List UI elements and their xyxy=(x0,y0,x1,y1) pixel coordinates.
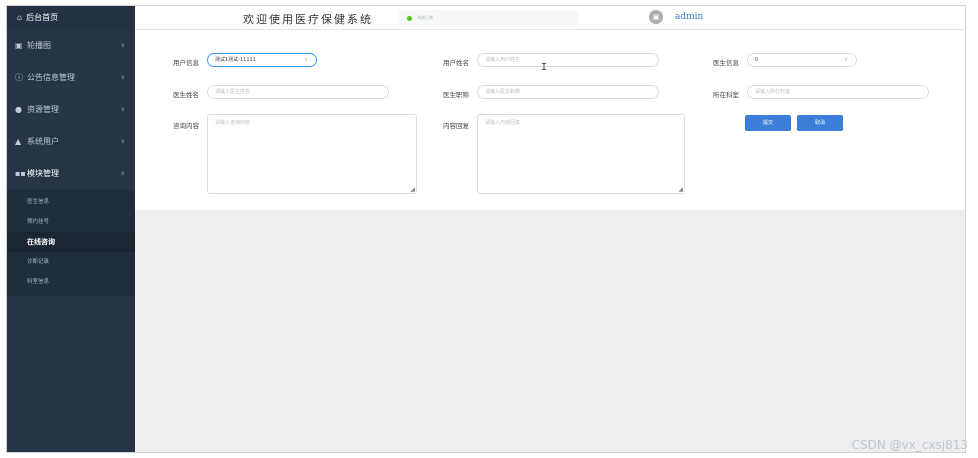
avatar[interactable]: ▣ xyxy=(649,10,663,24)
menu-resources[interactable]: ● 资源管理 ∨ xyxy=(7,94,135,126)
reply-content-placeholder: 请输入内容回复 xyxy=(485,120,521,126)
text-cursor-icon: I xyxy=(541,62,548,73)
dept-label: 所在科室 xyxy=(713,91,739,99)
status-text: 系统正常 xyxy=(417,15,433,20)
doctor-info-label: 医生信息 xyxy=(713,59,739,67)
submenu-doctor-info[interactable]: 医生信息 xyxy=(7,192,135,212)
dept-input[interactable]: 请输入所在科室 xyxy=(747,85,929,99)
menu-label: 模块管理 xyxy=(27,169,59,178)
submenu-appointments[interactable]: 预约挂号 xyxy=(7,212,135,232)
info-icon: ⓘ xyxy=(15,73,23,82)
chevron-down-icon: ∨ xyxy=(120,74,125,81)
resize-handle-icon[interactable]: ◢ xyxy=(678,186,683,193)
menu-carousel[interactable]: ▣ 轮播图 ∨ xyxy=(7,30,135,62)
top-header: 欢迎使用医疗保健系统 系统正常 ▣ admin xyxy=(135,6,965,30)
submenu-departments[interactable]: 科室信息 xyxy=(7,272,135,292)
resize-handle-icon[interactable]: ◢ xyxy=(410,186,415,193)
doctor-name-label: 医生姓名 xyxy=(173,91,199,99)
consult-content-textarea[interactable]: 请输入咨询内容 ◢ xyxy=(207,114,417,194)
watermark: CSDN @vx_cxsj813 xyxy=(851,438,968,452)
user-info-select[interactable]: 测试1测试-11111 ∨ xyxy=(207,53,317,67)
status-dot-icon xyxy=(407,15,412,21)
consult-content-placeholder: 请输入咨询内容 xyxy=(215,120,251,126)
home-icon: ⌂ xyxy=(17,13,23,22)
status-indicator: 系统正常 xyxy=(399,10,579,25)
chevron-down-icon: ∨ xyxy=(844,57,848,63)
menu-label: 轮播图 xyxy=(27,41,51,50)
grid-icon: ▪▪ xyxy=(15,169,26,178)
doctor-info-select[interactable]: 0 ∨ xyxy=(747,53,857,67)
sidebar: ⌂ 后台首页 ▣ 轮播图 ∨ ⓘ 公告信息管理 ∨ ● 资源管理 ∨ ▲ 系统用户 ∨ ▪… xyxy=(7,6,135,452)
chevron-down-icon: ∨ xyxy=(120,42,125,49)
doctor-title-input[interactable]: 请输入医生职称 xyxy=(477,85,659,99)
user-icon: ▲ xyxy=(15,137,22,146)
username-label: 用户姓名 xyxy=(443,59,469,67)
consult-form: 用户信息 测试1测试-11111 ∨ 用户姓名 请输入用户姓名 医生信息 0 ∨… xyxy=(135,30,965,210)
sidebar-home-link[interactable]: ⌂ 后台首页 xyxy=(7,6,135,30)
chevron-down-icon: ∨ xyxy=(120,138,125,145)
chevron-down-icon: ∨ xyxy=(304,57,308,63)
menu-modules[interactable]: ▪▪模块管理 ∧ xyxy=(7,158,135,190)
submit-button[interactable]: 提交 xyxy=(745,115,791,131)
menu-announcements[interactable]: ⓘ 公告信息管理 ∨ xyxy=(7,62,135,94)
user-info-label: 用户信息 xyxy=(173,59,199,67)
chevron-down-icon: ∨ xyxy=(120,106,125,113)
doctor-title-label: 医生职称 xyxy=(443,91,469,99)
cancel-button[interactable]: 取消 xyxy=(797,115,843,131)
app-window: ⌂ 后台首页 ▣ 轮播图 ∨ ⓘ 公告信息管理 ∨ ● 资源管理 ∨ ▲ 系统用户 ∨ ▪… xyxy=(6,5,966,453)
reply-content-label: 内容回复 xyxy=(443,122,469,130)
submenu-online-consult[interactable]: 在线咨询 xyxy=(7,232,135,252)
menu-label: 公告信息管理 xyxy=(27,73,75,82)
user-info-value: 测试1测试-11111 xyxy=(215,57,256,63)
reply-content-textarea[interactable]: 请输入内容回复 ◢ xyxy=(477,114,685,194)
consult-content-label: 咨询内容 xyxy=(173,122,199,130)
menu-system-users[interactable]: ▲ 系统用户 ∨ xyxy=(7,126,135,158)
image-icon: ▣ xyxy=(15,41,23,50)
sidebar-home-label: 后台首页 xyxy=(26,13,59,22)
submenu-diagnosis-records[interactable]: 诊断记录 xyxy=(7,252,135,272)
menu-label: 资源管理 xyxy=(27,105,59,114)
doctor-info-value: 0 xyxy=(755,57,759,63)
module-submenu: 医生信息 预约挂号 在线咨询 诊断记录 科室信息 xyxy=(7,190,135,296)
location-icon: ● xyxy=(15,105,22,114)
chevron-up-icon: ∧ xyxy=(120,170,125,177)
doctor-name-input[interactable]: 请输入医生姓名 xyxy=(207,85,389,99)
menu-label: 系统用户 xyxy=(27,137,59,146)
username-link[interactable]: admin xyxy=(675,12,703,22)
site-title: 欢迎使用医疗保健系统 xyxy=(243,13,373,26)
username-input[interactable]: 请输入用户姓名 xyxy=(477,53,659,67)
